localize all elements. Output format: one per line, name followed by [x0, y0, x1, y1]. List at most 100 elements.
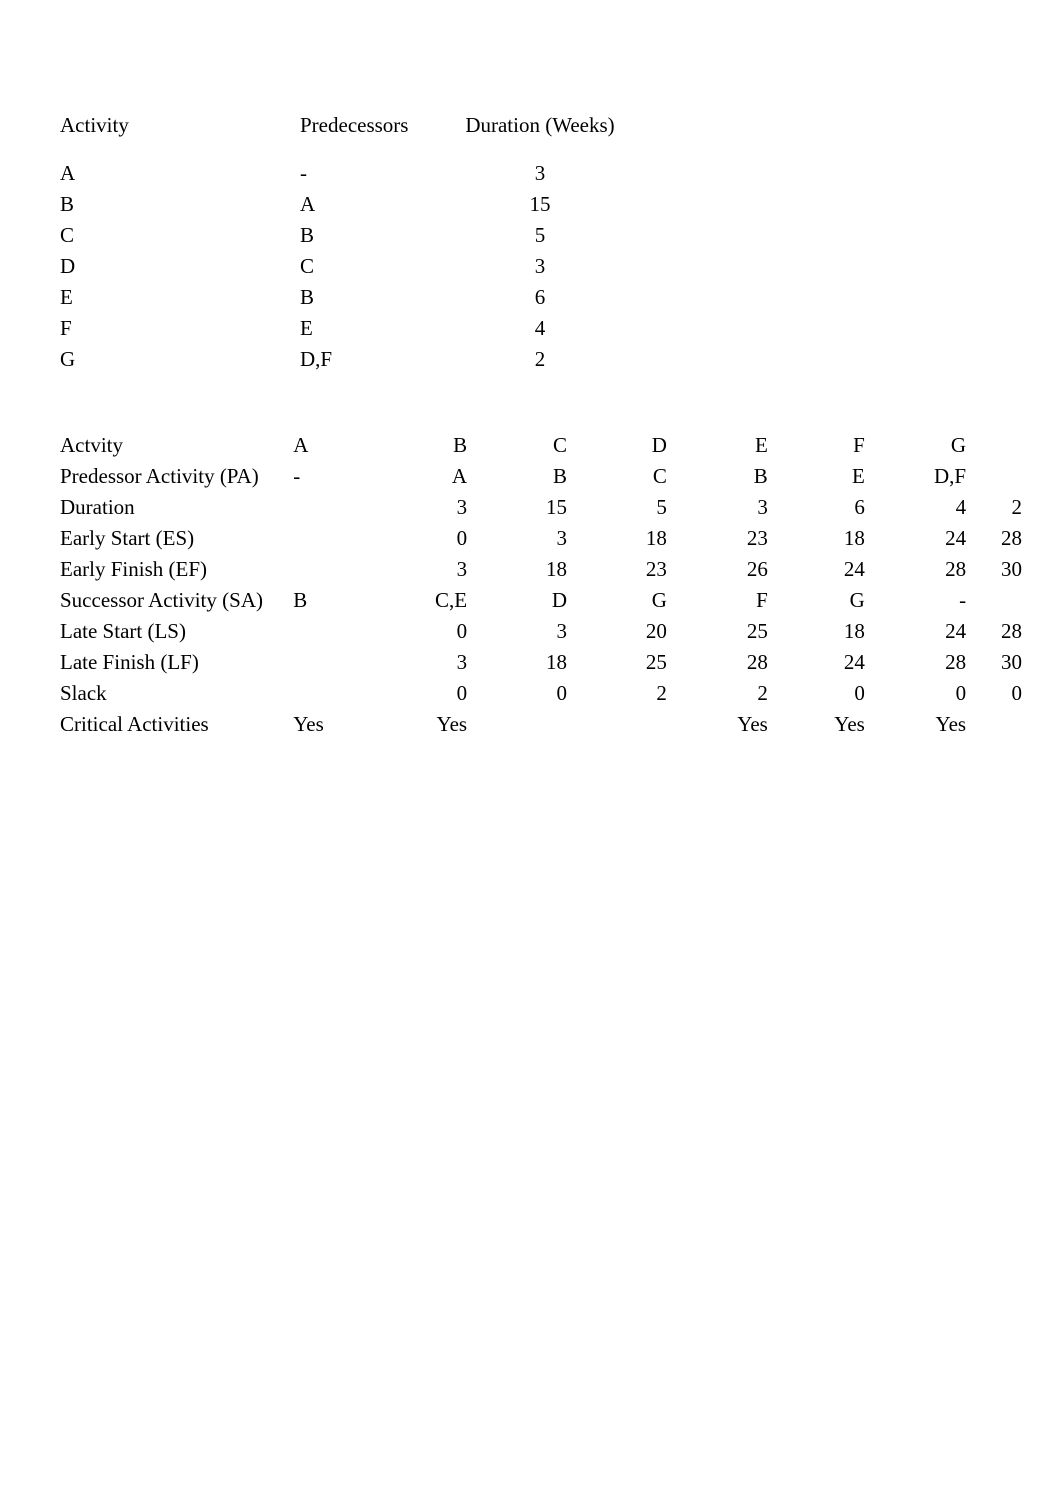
- table2-row: Early Finish (EF)3182326242830: [60, 554, 1022, 585]
- table2-cell: 3: [492, 616, 592, 647]
- table2-cell: [293, 492, 390, 523]
- activity-schedule-table: ActvityABCDEFGPredessor Activity (PA)-AB…: [60, 430, 1022, 740]
- table2-cell: Actvity: [60, 430, 293, 461]
- table2-cell: Early Start (ES): [60, 523, 293, 554]
- table2-cell: G: [885, 430, 986, 461]
- table1-cell-activity: B: [60, 189, 300, 220]
- table1-cell-predecessors: B: [300, 220, 455, 251]
- table2-cell: 3: [390, 554, 492, 585]
- table2-cell: 28: [885, 647, 986, 678]
- table1-cell-duration: 3: [455, 251, 625, 282]
- table2-row: Critical ActivitiesYesYesYesYesYes: [60, 709, 1022, 740]
- table1-cell-duration: 2: [455, 344, 625, 375]
- table2-cell: 0: [885, 678, 986, 709]
- table2-cell: G: [592, 585, 687, 616]
- table1-cell-activity: D: [60, 251, 300, 282]
- table2-cell: A: [293, 430, 390, 461]
- table2-cell: 2: [592, 678, 687, 709]
- table2-cell: 28: [885, 554, 986, 585]
- table2-cell: [293, 523, 390, 554]
- table2-cell: E: [687, 430, 788, 461]
- table1-row: A-3: [60, 158, 625, 189]
- table1-row: GD,F2: [60, 344, 625, 375]
- table2-cell: 15: [492, 492, 592, 523]
- table2-cell: 18: [492, 647, 592, 678]
- table2-cell: 3: [390, 492, 492, 523]
- table2-cell: 18: [592, 523, 687, 554]
- table2-row: ActvityABCDEFG: [60, 430, 1022, 461]
- table2-cell: Predessor Activity (PA): [60, 461, 293, 492]
- table2-cell: Yes: [390, 709, 492, 740]
- table2-row: Late Finish (LF)3182528242830: [60, 647, 1022, 678]
- table1-cell-predecessors: -: [300, 158, 455, 189]
- table2-cell: [986, 430, 1022, 461]
- table2-cell: 28: [986, 616, 1022, 647]
- table2-cell: C: [592, 461, 687, 492]
- table2-cell: [293, 616, 390, 647]
- table2-cell: 25: [687, 616, 788, 647]
- table2-cell: 24: [788, 647, 885, 678]
- table2-cell: [293, 554, 390, 585]
- table1-cell-predecessors: E: [300, 313, 455, 344]
- table2-cell: Yes: [293, 709, 390, 740]
- table1-cell-activity: G: [60, 344, 300, 375]
- table2-cell: 26: [687, 554, 788, 585]
- table1-cell-duration: 5: [455, 220, 625, 251]
- table2-row: Early Start (ES)031823182428: [60, 523, 1022, 554]
- table2-row: Predessor Activity (PA)-ABCBED,F: [60, 461, 1022, 492]
- table2-row: Successor Activity (SA)BC,EDGFG-: [60, 585, 1022, 616]
- table1-row: FE4: [60, 313, 625, 344]
- table2-cell: 23: [687, 523, 788, 554]
- table2-cell: [293, 647, 390, 678]
- table1-cell-activity: C: [60, 220, 300, 251]
- table2-cell: D,F: [885, 461, 986, 492]
- table1-cell-activity: A: [60, 158, 300, 189]
- table1-cell-predecessors: C: [300, 251, 455, 282]
- table2-row: Late Start (LS)032025182428: [60, 616, 1022, 647]
- table2-cell: C,E: [390, 585, 492, 616]
- table1-cell-activity: F: [60, 313, 300, 344]
- table2-cell: [492, 709, 592, 740]
- table2-cell: [592, 709, 687, 740]
- table2-cell: 24: [885, 523, 986, 554]
- table2-cell: [986, 585, 1022, 616]
- table2-cell: 3: [492, 523, 592, 554]
- table2-cell: 4: [885, 492, 986, 523]
- table2-cell: 2: [986, 492, 1022, 523]
- table2-cell: 28: [687, 647, 788, 678]
- table1-cell-predecessors: D,F: [300, 344, 455, 375]
- table2-cell: -: [885, 585, 986, 616]
- table2-cell: 24: [885, 616, 986, 647]
- table2-cell: 3: [390, 647, 492, 678]
- table2-cell: Early Finish (EF): [60, 554, 293, 585]
- table2-cell: B: [687, 461, 788, 492]
- table2-cell: Critical Activities: [60, 709, 293, 740]
- table1-header-predecessors: Predecessors: [300, 110, 455, 158]
- table1-row: DC3: [60, 251, 625, 282]
- table2-cell: Successor Activity (SA): [60, 585, 293, 616]
- table1-row: EB6: [60, 282, 625, 313]
- table2-row: Duration31553642: [60, 492, 1022, 523]
- table2-cell: 0: [390, 616, 492, 647]
- table2-cell: 6: [788, 492, 885, 523]
- table2-cell: B: [492, 461, 592, 492]
- table2-cell: 30: [986, 647, 1022, 678]
- table2-cell: 3: [687, 492, 788, 523]
- table2-cell: Yes: [788, 709, 885, 740]
- table2-cell: Yes: [687, 709, 788, 740]
- table2-cell: -: [293, 461, 390, 492]
- table2-cell: D: [492, 585, 592, 616]
- table2-cell: Slack: [60, 678, 293, 709]
- table1-cell-duration: 3: [455, 158, 625, 189]
- table2-cell: F: [788, 430, 885, 461]
- table1-header-row: Activity Predecessors Duration (Weeks): [60, 110, 625, 158]
- table2-cell: B: [293, 585, 390, 616]
- table1-cell-activity: E: [60, 282, 300, 313]
- table2-cell: F: [687, 585, 788, 616]
- table1-cell-duration: 6: [455, 282, 625, 313]
- table2-cell: Yes: [885, 709, 986, 740]
- table2-cell: 2: [687, 678, 788, 709]
- table2-cell: 28: [986, 523, 1022, 554]
- table2-cell: Late Start (LS): [60, 616, 293, 647]
- table2-cell: 18: [788, 523, 885, 554]
